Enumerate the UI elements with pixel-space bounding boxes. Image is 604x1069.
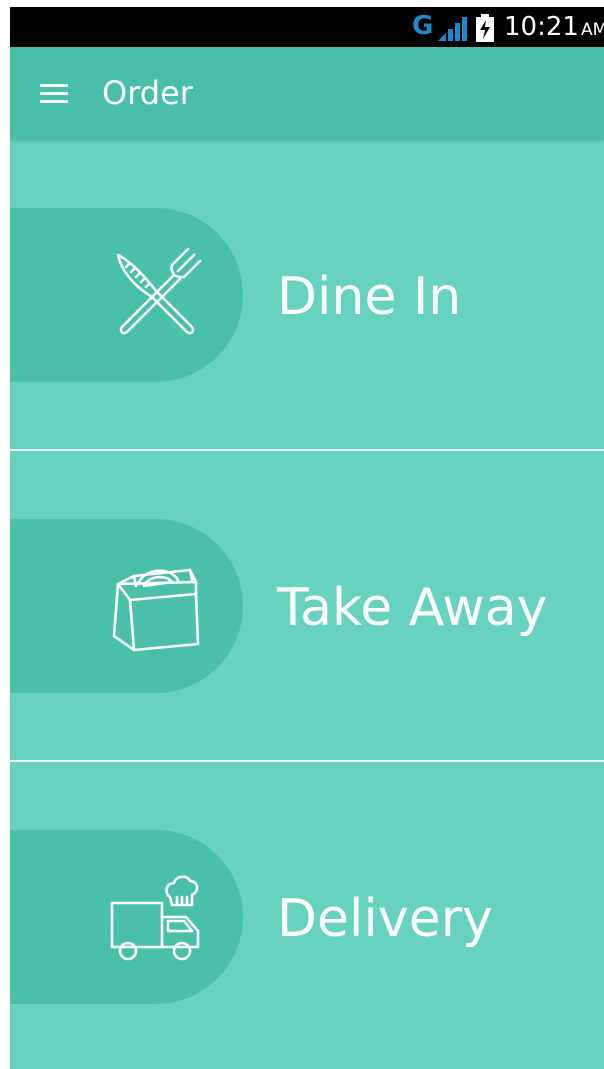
clock: 10:21 AM: [504, 11, 604, 46]
clock-ampm: AM: [580, 20, 604, 40]
dine-in-option[interactable]: Dine In: [10, 140, 604, 451]
takeaway-box-icon: [112, 568, 200, 652]
dine-in-label: Dine In: [277, 267, 462, 327]
dine-in-pill: [10, 208, 243, 382]
delivery-label: Delivery: [277, 889, 493, 949]
delivery-truck-icon: [110, 875, 200, 961]
battery-charging-icon: [476, 14, 494, 42]
clock-time: 10:21: [504, 12, 579, 42]
signal-bars-icon: [438, 17, 467, 41]
take-away-label: Take Away: [277, 578, 548, 638]
app-bar: Order: [10, 47, 604, 140]
order-options: Dine In Take Away Delivery: [10, 140, 604, 1069]
delivery-pill: [10, 830, 243, 1004]
fork-knife-icon: [116, 247, 202, 335]
take-away-option[interactable]: Take Away: [10, 451, 604, 762]
take-away-pill: [10, 519, 243, 693]
delivery-option[interactable]: Delivery: [10, 762, 604, 1069]
status-bar: G 10:21 AM: [10, 7, 604, 47]
network-type: G: [412, 11, 434, 41]
page-title: Order: [102, 74, 193, 112]
hamburger-menu-icon[interactable]: [36, 79, 70, 109]
app-screen: G 10:21 AM Order Dine In Take Away Deliv…: [10, 7, 604, 1069]
